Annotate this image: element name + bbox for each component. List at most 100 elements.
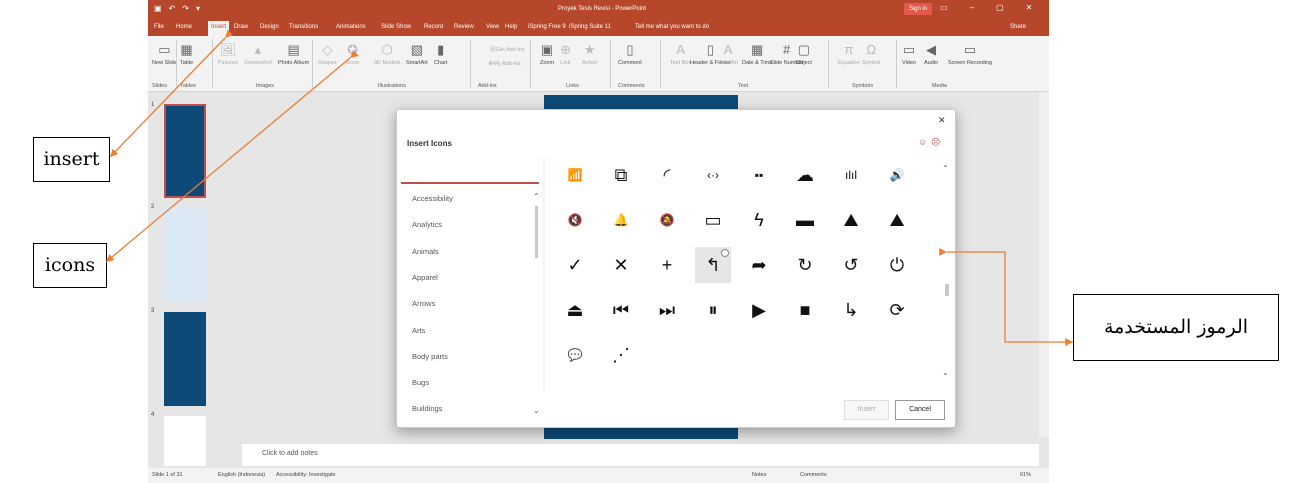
zoom-level[interactable]: 61% xyxy=(1020,472,1031,478)
link-button[interactable]: ⊕ Link xyxy=(560,42,571,66)
tab-view[interactable]: View xyxy=(486,24,499,30)
stop-icon[interactable]: ■ xyxy=(787,292,823,328)
sign-in-button[interactable]: Sign in xyxy=(904,3,932,15)
minimize-icon[interactable]: – xyxy=(970,3,974,12)
language-status[interactable]: English (Indonesia) xyxy=(218,472,265,478)
tab-file[interactable]: File xyxy=(154,24,164,30)
screenshot-button[interactable]: ▴ Screenshot xyxy=(244,42,272,66)
search-field-underline[interactable] xyxy=(401,182,539,184)
action-button[interactable]: ★ Action xyxy=(582,42,597,66)
cancel-button[interactable]: Cancel xyxy=(895,400,945,420)
date-time-button[interactable]: ▦ Date & Time xyxy=(742,42,772,66)
mute-icon[interactable]: 🔇 xyxy=(557,202,593,238)
editor-scrollbar[interactable] xyxy=(1039,92,1049,437)
tab-slide-show[interactable]: Slide Show xyxy=(381,24,411,30)
battery-empty-icon[interactable]: ▭ xyxy=(695,202,731,238)
chevron-up-icon[interactable]: ⌃ xyxy=(942,164,949,173)
battery-full-icon[interactable]: ▬ xyxy=(787,202,823,238)
speaker-icon[interactable]: 🔊 xyxy=(879,157,915,193)
tab-transitions[interactable]: Transitions xyxy=(289,24,318,30)
slide-thumbnail-1[interactable] xyxy=(164,104,206,198)
tab-help[interactable]: Help xyxy=(505,24,517,30)
checkmark-icon[interactable]: ✓ xyxy=(557,247,593,283)
chevron-down-icon[interactable]: ⌄ xyxy=(533,406,540,415)
save-icon[interactable]: ▣ xyxy=(154,4,162,14)
notes-pane[interactable]: Click to add notes xyxy=(242,444,1039,466)
maximize-icon[interactable]: ▢ xyxy=(996,3,1004,12)
forward-arrow-icon[interactable]: ➦ xyxy=(741,247,777,283)
zoom-button[interactable]: ▣ Zoom xyxy=(540,42,554,66)
pause-icon[interactable]: ⏸ xyxy=(695,292,731,328)
tab-insert[interactable]: Insert xyxy=(208,21,230,36)
share-button[interactable]: Share xyxy=(1010,24,1026,30)
wireless-signal-icon[interactable]: ◜ xyxy=(649,157,685,193)
text-box-button[interactable]: A Text Box xyxy=(670,42,691,66)
chat-bubble-icon[interactable]: 💬 xyxy=(557,337,593,373)
slide-thumbnail-4[interactable] xyxy=(164,416,206,466)
comment-button[interactable]: ▯ Comment xyxy=(618,42,642,66)
rotate-right-icon[interactable]: ↻ xyxy=(787,247,823,283)
category-analytics[interactable]: Analytics xyxy=(412,220,442,229)
tab-animations[interactable]: Animations xyxy=(336,24,366,30)
next-track-icon[interactable]: ⏭ xyxy=(649,292,685,328)
category-scrollbar[interactable] xyxy=(535,206,538,258)
symbol-button[interactable]: Ω Symbol xyxy=(862,42,880,66)
battery-charging-icon[interactable]: ϟ xyxy=(741,202,777,238)
object-button[interactable]: ▢ Object xyxy=(796,42,812,66)
audio-button[interactable]: ◀ Audio xyxy=(924,42,938,66)
comments-toggle[interactable]: Comments xyxy=(800,472,827,478)
equation-button[interactable]: π Equation xyxy=(838,42,860,66)
screen-share-icon[interactable]: ⧉ xyxy=(603,157,639,193)
notes-toggle[interactable]: Notes xyxy=(752,472,766,478)
category-animals[interactable]: Animals xyxy=(412,247,439,256)
ribbon-display-icon[interactable]: ▭ xyxy=(940,3,948,12)
pictures-button[interactable]: 🖼 Pictures xyxy=(218,42,238,66)
close-icon[interactable]: ✕ xyxy=(1026,3,1033,12)
insert-button[interactable]: Insert xyxy=(844,400,889,420)
category-bugs[interactable]: Bugs xyxy=(412,378,429,387)
bell-off-icon[interactable]: 🔕 xyxy=(649,202,685,238)
shapes-button[interactable]: ◇ Shapes xyxy=(318,42,337,66)
tab-record[interactable]: Record xyxy=(424,24,443,30)
icon-grid-scrollbar[interactable] xyxy=(945,284,949,296)
plus-icon[interactable]: + xyxy=(649,247,685,283)
slide-thumbnail-3[interactable] xyxy=(164,312,206,406)
return-arrow-icon[interactable]: ↳ xyxy=(833,292,869,328)
chart-button[interactable]: ▮ Chart xyxy=(434,42,447,66)
undo-icon[interactable]: ↶ xyxy=(169,4,176,14)
play-icon[interactable]: ▶ xyxy=(741,292,777,328)
category-arrows[interactable]: Arrows xyxy=(412,299,435,308)
share-nodes-icon[interactable]: ⋰ xyxy=(603,337,639,373)
my-add-ins-button[interactable]: ◈My Add-ins xyxy=(488,56,521,72)
tab-review[interactable]: Review xyxy=(454,24,474,30)
power-icon[interactable]: ⏻ xyxy=(879,247,915,283)
cloud-sync-icon[interactable]: ☁ xyxy=(787,157,823,193)
icons-button[interactable]: ✪ Icons xyxy=(346,42,359,66)
tab-home[interactable]: Home xyxy=(176,24,192,30)
close-x-icon[interactable]: ✕ xyxy=(603,247,639,283)
chevron-up-icon[interactable]: ⌃ xyxy=(533,192,540,201)
close-icon[interactable]: ✕ xyxy=(938,115,946,126)
table-button[interactable]: ▦ Table xyxy=(180,42,193,66)
eject-icon[interactable]: ⏏ xyxy=(557,292,593,328)
slide-thumbnail-2[interactable] xyxy=(164,207,206,301)
frown-icon[interactable]: ☹ xyxy=(931,137,940,148)
connector-icon[interactable]: ▪▪ xyxy=(741,157,777,193)
accessibility-status[interactable]: Accessibility: Investigate xyxy=(276,472,336,478)
smartart-button[interactable]: ▧ SmartArt xyxy=(406,42,428,66)
smile-icon[interactable]: ☺ xyxy=(918,137,927,147)
bell-icon[interactable]: 🔔 xyxy=(603,202,639,238)
code-arrows-icon[interactable]: ‹·› xyxy=(695,157,731,193)
category-buildings[interactable]: Buildings xyxy=(412,404,442,413)
customize-icon[interactable]: ▾ xyxy=(196,4,200,14)
category-apparel[interactable]: Apparel xyxy=(412,273,438,282)
video-button[interactable]: ▭ Video xyxy=(902,42,916,66)
screen-recording-button[interactable]: ▭ Screen Recording xyxy=(948,42,992,66)
photo-album-button[interactable]: ▤ Photo Album xyxy=(278,42,309,66)
category-arts[interactable]: Arts xyxy=(412,326,425,335)
chevron-down-icon[interactable]: ⌄ xyxy=(942,368,949,377)
new-slide-button[interactable]: ▭ New Slide xyxy=(152,42,177,66)
refresh-icon[interactable]: ⟳ xyxy=(879,292,915,328)
sound-wave-icon[interactable]: ılıl xyxy=(833,157,869,193)
tab-ispring-free-9[interactable]: iSpring Free 9 xyxy=(528,24,566,30)
